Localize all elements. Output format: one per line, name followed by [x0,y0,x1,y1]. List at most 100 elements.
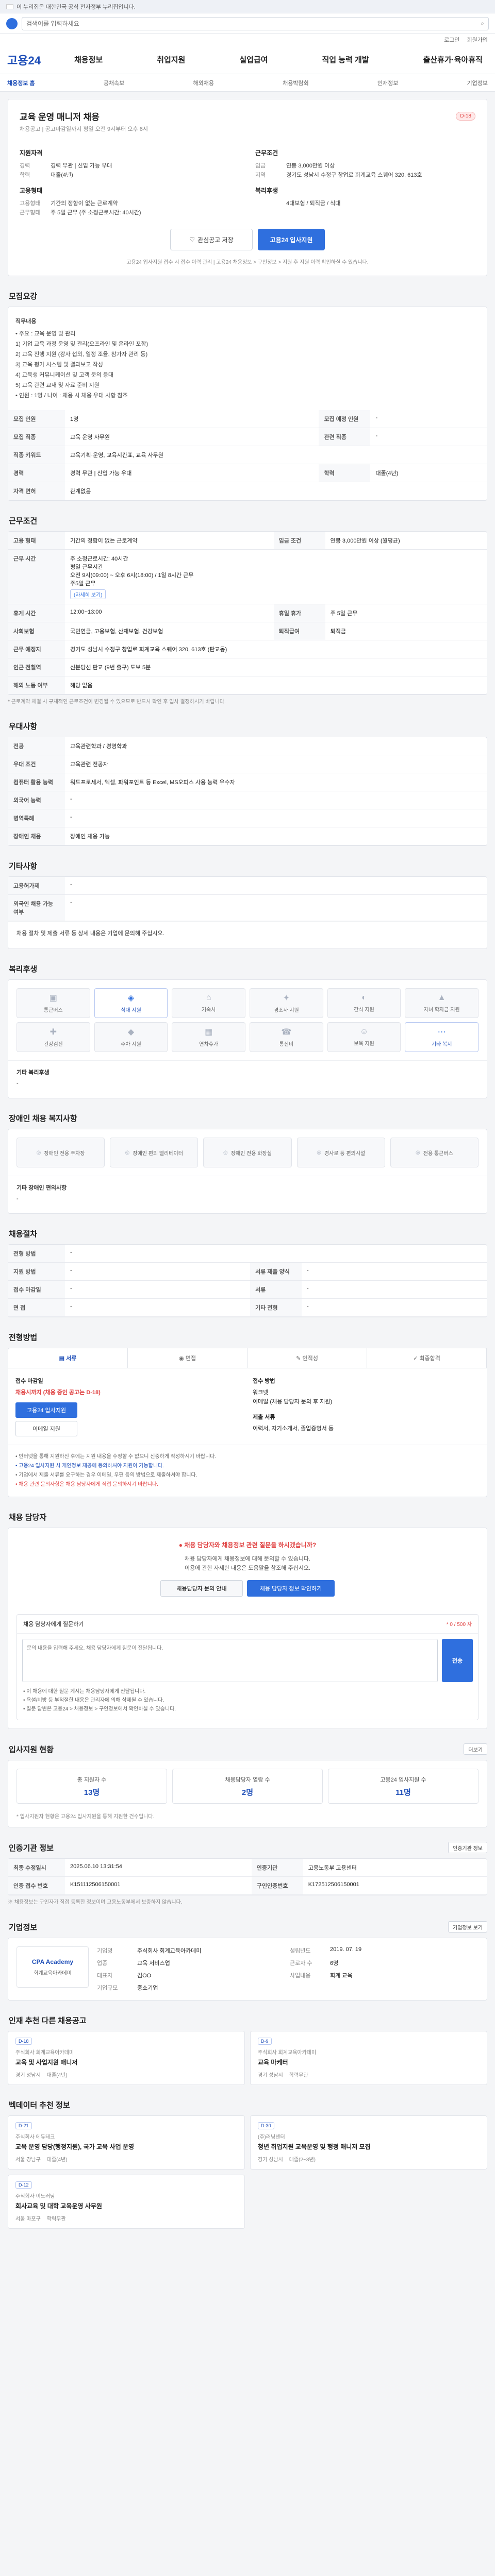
apply-online-button[interactable]: 고용24 입사지원 [15,1402,77,1418]
rec-location: 경기 성남시 [15,2073,41,2078]
rec-title[interactable]: 교육 및 사업지원 매니저 [15,2058,237,2066]
table-row: 직종 키워드 교육기획·운영, 교육시간표, 교육 사무원 [8,446,487,464]
apply-email-button[interactable]: 이메일 지원 [15,1421,77,1436]
deadline-badge: D-21 [15,2122,32,2129]
company-info-button[interactable]: 기업정보 보기 [448,1921,487,1933]
info-note: ※ 채용정보는 구인자가 직접 등록한 정보이며 고용노동부에서 보증하지 않습… [8,1900,183,1905]
save-interest-button[interactable]: ♡ 관심공고 저장 [170,229,253,250]
rec-title[interactable]: 회사교육 및 대학 교육운영 사무원 [15,2201,237,2210]
conditions-card: 고용 형태 기간의 정함이 없는 근로계약 임금 조건 연봉 3,000만원 이상 (… [8,531,487,695]
contact-info-button[interactable]: 채용담당자 문의 안내 [160,1580,243,1597]
benefit-item: ⌂ 기숙사 [172,988,245,1018]
benefit-label: 연차휴가 [199,1042,219,1047]
gnb-item-employment-support[interactable]: 취업지원 [157,54,185,65]
step-tab-final[interactable]: ✓ 최종합격 [367,1348,487,1368]
gnb-item-parental-leave[interactable]: 출산휴가·육아휴직 [423,54,483,65]
table-row: 사회보험 국민연금, 고용보험, 산재보험, 건강보험 퇴직급여 퇴직금 [8,622,487,640]
step-tab-aptitude[interactable]: ✎ 인적성 [248,1348,367,1368]
gnb-item-training[interactable]: 직업 능력 개발 [322,54,369,65]
apply-button[interactable]: 고용24 입사지원 [258,229,325,250]
subtab-overseas[interactable]: 해외채용 [193,79,213,87]
table-row: 경력 경력 무관 | 신입 가능 우대 학력 대졸(4년) [8,464,487,482]
signup-link[interactable]: 회원가입 [467,36,488,44]
rec-same-list: D-18 주식회사 회계교육아카데미 교육 및 사업지원 매니저 경기 성남시 대졸(4… [8,2031,487,2085]
calendar-icon: ▦ [205,1028,213,1037]
apply-deadline: 접수 마감일 채용시까지 (채용 중인 공고는 D-18) 고용24 입사지원 … [15,1377,242,1436]
subtab-fair[interactable]: 채용박람회 [283,79,309,87]
benefit-item: ▲ 자녀 학자금 지원 [405,988,478,1018]
company-field-label: 기업명 [97,1948,113,1954]
step-tab-interview[interactable]: ◉ 면접 [128,1348,248,1368]
site-logo-icon[interactable] [6,18,18,29]
job-description: 직무내용 • 주요 : 교육 운영 및 관리 1) 기업 교육 과정 운영 및 … [15,318,148,399]
content: 교육 운영 매니저 채용 D-18 채용공고 | 공고마감일까지 평일 오전 9… [8,99,487,2244]
work-time-detail-link[interactable]: (자세히 보기) [70,589,106,599]
subtab-flash[interactable]: 공채속보 [104,79,124,87]
stat-online-applicants: 고용24 입사지원 수 11명 [328,1769,478,1804]
brand-logo[interactable]: 고용24 [7,52,74,68]
disability-item: ◎ 장애인 전용 화장실 [203,1138,292,1167]
search-input[interactable] [26,20,481,27]
login-link[interactable]: 로그인 [444,36,459,44]
subtab-talent[interactable]: 인재정보 [377,79,398,87]
ramp-icon: ◎ [317,1149,321,1156]
rec-company: (주)러닝센터 [258,2134,285,2140]
flag-icon [6,4,13,9]
prefer-card: 전공 교육관련학과 / 경영학과 우대 조건 교육관련 전공자 컴퓨터 활용 능력 워… [8,737,487,846]
meal-icon: ◈ [127,994,135,1003]
elevator-icon: ◎ [125,1149,130,1156]
recommended-job-card[interactable]: D-18 주식회사 회계교육아카데미 교육 및 사업지원 매니저 경기 성남시 대졸(4… [8,2031,245,2085]
company-details: 기업명 주식회사 회계교육아카데미 설립년도 2019. 07. 19 업종 교육 서비스… [97,1946,478,1992]
company-field-label: 사업내용 [290,1973,311,1979]
rec-title[interactable]: 청년 취업지원 교육운영 및 행정 매니저 모집 [258,2142,480,2151]
company-field-label: 설립년도 [290,1948,311,1954]
company-field-label: 대표자 [97,1973,113,1979]
benefit-grid: ▣ 통근버스 ◈ 식대 지원 ⌂ 기숙사 ✦ 경조사 지원 ◐ 간식 지원 ▲ 자녀 학자금 지원 ✚ 건… [8,980,487,1060]
rec-title[interactable]: 교육 운영 담당(행정지원), 국가 교육 사업 운영 [15,2142,237,2151]
process-table: 전형 방법 - 지원 방법 - 서류 제출 양식 - 접수 마감일 - 서류 - 면 접 - 기타… [8,1245,487,1317]
question-textarea[interactable] [22,1639,438,1682]
disability-item: ◎ 경사로 등 편의시설 [296,1138,385,1167]
company-field-label: 기업규모 [97,1985,118,1991]
company-section-title: 기업정보 [9,1923,38,1932]
benefit-item: ▣ 통근버스 [16,988,90,1018]
stats-more-button[interactable]: 더보기 [464,1743,487,1755]
contact-headline: ● 채용 담당자와 채용정보 관련 질문을 하시겠습니까? [178,1541,317,1549]
recommended-job-card[interactable]: D-30 (주)러닝센터 청년 취업지원 교육운영 및 행정 매니저 모집 경기 성남… [250,2115,487,2170]
gnb-item-jobs[interactable]: 채용정보 [74,54,103,65]
bus-icon: ◎ [416,1149,420,1156]
benefit-item: ◈ 식대 지원 [94,988,168,1018]
benefit-label: 기타 복지 [431,1042,452,1047]
disability-item: ◎ 전용 통근버스 [390,1138,478,1167]
subtab-company[interactable]: 기업정보 [467,79,488,87]
apply-detail-note: 채용 절차 및 제출 서류 등 상세 내용은 기업에 문의해 주십시오. [8,921,487,948]
send-question-button[interactable]: 전송 [442,1639,473,1682]
coffee-icon: ◐ [361,993,367,1002]
search-icon[interactable]: ⌕ [481,20,484,27]
benefit-label: 주차 지원 [121,1042,141,1047]
benefit-label: 건강검진 [43,1042,63,1047]
step-tab-documents[interactable]: ▤ 서류 [8,1348,128,1368]
conditions-note: * 근로계약 체결 시 구체적인 근로조건이 변경될 수 있으므로 반드시 확인… [8,699,226,705]
rec-meta: 경기 성남시 학력무관 [258,2071,480,2078]
benefit-label: 보육 지원 [354,1041,374,1047]
subtab-jobs-home[interactable]: 채용정보 홈 [7,79,35,87]
gnb-item-unemployment-benefit[interactable]: 실업급여 [239,54,268,65]
benefits-section-title: 복리후생 [9,965,38,974]
info-card: 최종 수정일시 2025.06.10 13:31:54 인증기관 고용노동부 고용센터… [8,1858,487,1895]
recommended-job-card[interactable]: D-21 주식회사 에듀테크 교육 운영 담당(행정지원), 국가 교육 사업 운영… [8,2115,245,2170]
prefer-table: 전공 교육관련학과 / 경영학과 우대 조건 교육관련 전공자 컴퓨터 활용 능력 워… [8,737,487,845]
benefit-label: 통근버스 [43,1008,63,1013]
global-nav: 채용정보 취업지원 실업급여 직업 능력 개발 출산휴가·육아휴직 [74,54,488,65]
recommended-job-card[interactable]: D-9 주식회사 회계교육아카데미 교육 마케터 경기 성남시 학력무관 [250,2031,487,2085]
view-contact-button[interactable]: 채용 담당자 정보 확인하기 [247,1580,335,1597]
rec-title[interactable]: 교육 마케터 [258,2058,480,2066]
job-summary-card: 교육 운영 매니저 채용 D-18 채용공고 | 공고마감일까지 평일 오전 9… [8,99,487,276]
job-title: 교육 운영 매니저 채용 [20,112,100,122]
info-button[interactable]: 인증기관 정보 [448,1842,487,1853]
gift-icon: ✦ [283,994,290,1003]
recommended-job-card[interactable]: D-12 주식회사 이노러닝 회사교육 및 대학 교육운영 사무원 서울 마포구 학력무… [8,2175,245,2229]
disability-item: ◎ 장애인 편의 엘리베이터 [110,1138,199,1167]
gov-banner: 이 누리집은 대한민국 공식 전자정부 누리집입니다. [0,0,495,13]
deadline-badge: D-12 [15,2181,32,2189]
